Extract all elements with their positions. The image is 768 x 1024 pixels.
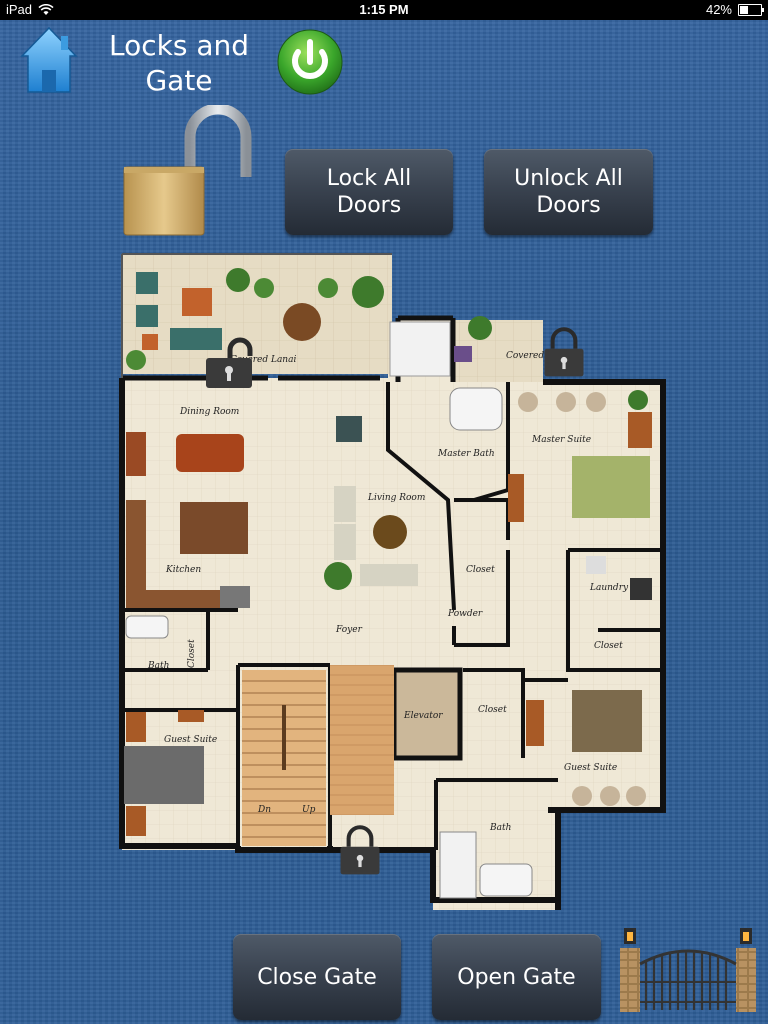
label-closet-3: Closet xyxy=(187,639,197,668)
battery-fill xyxy=(740,6,748,14)
label-bath-1: Bath xyxy=(147,661,169,671)
label-stairs-up: Up xyxy=(302,805,316,815)
gate-icon[interactable] xyxy=(618,912,762,1012)
open-gate-label: Open Gate xyxy=(457,964,576,990)
home-icon[interactable] xyxy=(20,26,78,96)
lock-all-doors-label: Lock All Doors xyxy=(326,166,412,218)
unlock-all-doors-label: Unlock All Doors xyxy=(514,166,623,218)
label-powder: Powder xyxy=(447,609,483,619)
battery-icon xyxy=(738,4,764,16)
label-foyer: Foyer xyxy=(335,625,363,635)
front-door-lock-icon[interactable] xyxy=(334,824,386,876)
battery-percent: 42% xyxy=(705,2,732,17)
label-dining-room: Dining Room xyxy=(179,407,239,417)
padlock-open-icon xyxy=(123,105,252,236)
label-guest-suite-2: Guest Suite xyxy=(564,763,617,773)
label-closet-1: Closet xyxy=(466,565,495,575)
label-master-suite: Master Suite xyxy=(531,435,591,445)
status-time: 1:15 PM xyxy=(359,2,409,17)
label-kitchen: Kitchen xyxy=(165,565,201,575)
lanai-west-lock-icon[interactable] xyxy=(204,336,256,388)
lock-all-doors-button[interactable]: Lock All Doors xyxy=(285,149,453,235)
label-guest-suite-1: Guest Suite xyxy=(164,735,217,745)
label-bath-2: Bath xyxy=(489,823,511,833)
label-living-room: Living Room xyxy=(367,493,425,503)
lanai-east-lock-icon[interactable] xyxy=(538,326,590,378)
page-title: Locks and Gate xyxy=(108,29,249,97)
label-closet-4: Closet xyxy=(478,705,507,715)
unlock-all-doors-button[interactable]: Unlock All Doors xyxy=(484,149,653,235)
open-gate-button[interactable]: Open Gate xyxy=(432,934,601,1020)
label-master-bath: Master Bath xyxy=(437,449,495,459)
status-bar: iPad 1:15 PM 42% xyxy=(0,0,768,20)
label-stairs-down: Dn xyxy=(257,805,271,815)
close-gate-label: Close Gate xyxy=(257,964,377,990)
label-laundry: Laundry xyxy=(589,583,629,593)
label-closet-2: Closet xyxy=(594,641,623,651)
power-icon[interactable] xyxy=(276,28,344,96)
label-elevator: Elevator xyxy=(403,711,443,721)
close-gate-button[interactable]: Close Gate xyxy=(233,934,401,1020)
